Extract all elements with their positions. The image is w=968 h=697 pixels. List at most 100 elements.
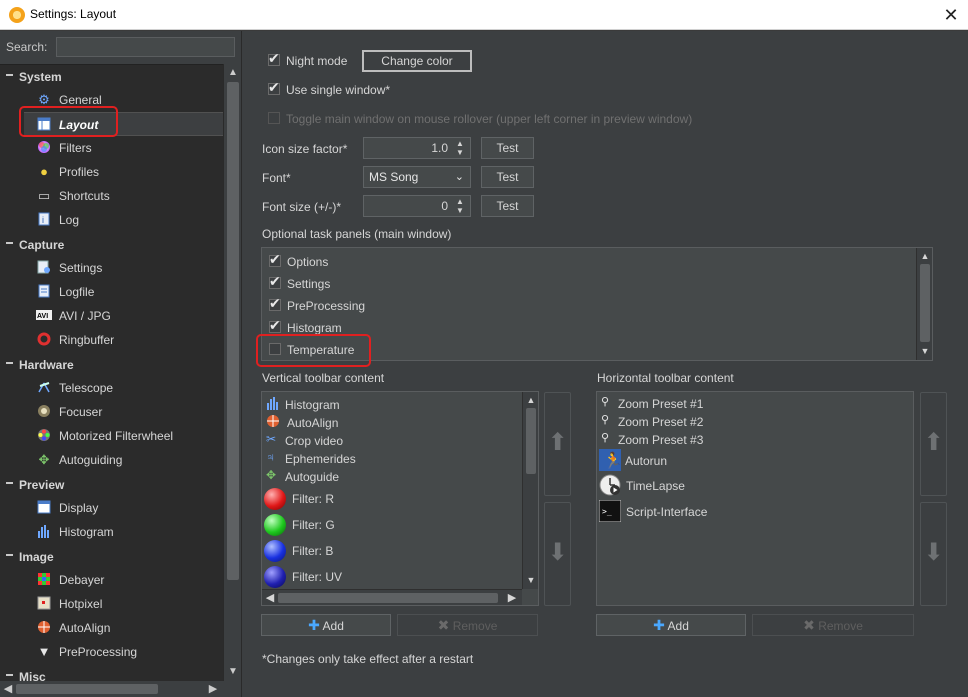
list-item[interactable]: 🏃 Autorun xyxy=(597,448,913,473)
list-item[interactable]: ⚲ Zoom Preset #1 xyxy=(597,394,913,412)
collapse-icon[interactable] xyxy=(6,362,13,364)
tree-item-telescope[interactable]: Telescope xyxy=(24,376,223,400)
list-item[interactable]: TimeLapse xyxy=(597,473,913,499)
list-item[interactable]: ⚲ Zoom Preset #3 xyxy=(597,430,913,448)
change-color-button[interactable]: Change color xyxy=(362,50,472,72)
single-window-checkbox[interactable] xyxy=(268,79,280,96)
single-window-label: Use single window* xyxy=(286,83,391,97)
list-item[interactable]: Filter: UV xyxy=(262,564,522,590)
list-item[interactable]: ✥ Autoguide xyxy=(262,467,522,485)
remove-horizontal-button[interactable]: ✖ Remove xyxy=(752,614,914,636)
scroll-left-icon[interactable]: ◀ xyxy=(0,681,16,697)
icon-size-spinner[interactable]: 1.0 ▲ ▼ xyxy=(363,137,471,159)
list-item[interactable]: Filter: B xyxy=(262,538,522,564)
list-item[interactable]: Histogram xyxy=(262,395,522,413)
tree-item-debayer[interactable]: Debayer xyxy=(24,568,223,592)
scroll-thumb[interactable] xyxy=(278,593,498,603)
tree-item-shortcuts[interactable]: ▭ Shortcuts xyxy=(24,184,223,208)
collapse-icon[interactable] xyxy=(6,482,13,484)
tree-group-image[interactable]: Image xyxy=(0,546,223,568)
tree-group-label: Capture xyxy=(19,238,65,252)
tree-item-autoalign[interactable]: AutoAlign xyxy=(24,616,223,640)
scroll-thumb[interactable] xyxy=(526,408,536,474)
tree-horizontal-scrollbar[interactable]: ◀ ▶ xyxy=(0,681,223,697)
scroll-down-icon[interactable]: ▼ xyxy=(224,664,242,680)
test-font-size-button[interactable]: Test xyxy=(481,195,534,217)
tree-item-capture-settings[interactable]: Settings xyxy=(24,256,223,280)
tree-item-autoguiding[interactable]: ✥ Autoguiding xyxy=(24,448,223,472)
list-item[interactable]: Filter: G xyxy=(262,512,522,538)
collapse-icon[interactable] xyxy=(6,242,13,244)
tree-item-filters[interactable]: Filters xyxy=(24,136,223,160)
histogram-icon xyxy=(36,524,52,540)
scroll-right-icon[interactable]: ▶ xyxy=(504,590,520,605)
move-left-button[interactable]: ⬆ xyxy=(920,392,947,496)
tree-item-log[interactable]: i Log xyxy=(24,208,223,232)
scroll-down-icon[interactable]: ▼ xyxy=(917,344,932,358)
collapse-icon[interactable] xyxy=(6,74,13,76)
vertical-list-scrollbar[interactable]: ▲ ▼ xyxy=(522,392,538,589)
tree-item-hotpixel[interactable]: Hotpixel xyxy=(24,592,223,616)
panel-list-scrollbar[interactable]: ▲ ▼ xyxy=(916,248,932,360)
tree-item-focuser[interactable]: Focuser xyxy=(24,400,223,424)
capture-settings-icon xyxy=(36,260,52,276)
tree-item-preview-histogram[interactable]: Histogram xyxy=(24,520,223,544)
spinner-up-icon[interactable]: ▲ xyxy=(454,140,466,148)
tree-group-capture[interactable]: Capture xyxy=(0,234,223,256)
vertical-list-hscrollbar[interactable]: ◀ ▶ xyxy=(262,589,522,605)
font-size-spinner[interactable]: 0 ▲ ▼ xyxy=(363,195,471,217)
spinner-down-icon[interactable]: ▼ xyxy=(454,149,466,157)
scroll-up-icon[interactable]: ▲ xyxy=(917,249,932,263)
tree-item-profiles[interactable]: ● Profiles xyxy=(24,160,223,184)
font-select[interactable]: MS Song ⌄ xyxy=(363,166,471,188)
move-up-button[interactable]: ⬆ xyxy=(544,392,571,496)
scroll-thumb[interactable] xyxy=(920,264,930,342)
night-mode-checkbox[interactable] xyxy=(268,50,280,67)
list-item[interactable]: ⚲ Zoom Preset #2 xyxy=(597,412,913,430)
tree-item-logfile[interactable]: Logfile xyxy=(24,280,223,304)
scroll-right-icon[interactable]: ▶ xyxy=(205,681,221,697)
zoom-preset-icon: ⚲ xyxy=(601,396,610,408)
panel-settings-checkbox[interactable] xyxy=(269,273,281,290)
panel-histogram-checkbox[interactable] xyxy=(269,317,281,334)
spinner-up-icon[interactable]: ▲ xyxy=(454,198,466,206)
scroll-up-icon[interactable]: ▲ xyxy=(523,393,538,407)
move-down-button[interactable]: ⬇ xyxy=(544,502,571,606)
tree-vertical-scrollbar[interactable]: ▲ ▼ xyxy=(223,64,241,681)
tree-group-misc[interactable]: Misc xyxy=(0,666,223,681)
collapse-icon[interactable] xyxy=(6,674,13,676)
add-vertical-button[interactable]: ✚ Add xyxy=(261,614,391,636)
scroll-thumb[interactable] xyxy=(227,82,239,580)
toggle-main-window-label: Toggle main window on mouse rollover (up… xyxy=(286,112,693,126)
scroll-down-icon[interactable]: ▼ xyxy=(523,573,538,587)
scroll-left-icon[interactable]: ◀ xyxy=(262,590,278,605)
close-icon[interactable]: ✕ xyxy=(938,3,964,27)
tree-item-display[interactable]: Display xyxy=(24,496,223,520)
tree-group-system[interactable]: System xyxy=(0,66,223,88)
move-right-button[interactable]: ⬇ xyxy=(920,502,947,606)
scroll-up-icon[interactable]: ▲ xyxy=(224,65,242,81)
panel-preprocessing-checkbox[interactable] xyxy=(269,295,281,312)
spinner-down-icon[interactable]: ▼ xyxy=(454,207,466,215)
remove-vertical-button[interactable]: ✖ Remove xyxy=(397,614,538,636)
tree-group-hardware[interactable]: Hardware xyxy=(0,354,223,376)
list-item[interactable]: Filter: R xyxy=(262,486,522,512)
list-item[interactable]: ♃ Ephemerides xyxy=(262,449,522,467)
add-horizontal-button[interactable]: ✚ Add xyxy=(596,614,746,636)
tree-item-ringbuffer[interactable]: Ringbuffer xyxy=(24,328,223,352)
panel-options-checkbox[interactable] xyxy=(269,251,281,268)
test-icon-size-button[interactable]: Test xyxy=(481,137,534,159)
list-item[interactable]: AutoAlign xyxy=(262,413,522,431)
list-item[interactable]: >_ Script-Interface xyxy=(597,499,913,525)
test-font-button[interactable]: Test xyxy=(481,166,534,188)
tree-group-preview[interactable]: Preview xyxy=(0,474,223,496)
collapse-icon[interactable] xyxy=(6,554,13,556)
autoalign-icon xyxy=(36,620,52,636)
tree-item-avi-jpg[interactable]: AVI AVI / JPG xyxy=(24,304,223,328)
search-input[interactable] xyxy=(56,37,235,57)
toggle-main-window-checkbox[interactable] xyxy=(268,112,280,124)
list-item[interactable]: ✂ Crop video xyxy=(262,431,522,449)
tree-item-preprocessing[interactable]: ▼ PreProcessing xyxy=(24,640,223,664)
scroll-thumb[interactable] xyxy=(16,684,158,694)
tree-item-filterwheel[interactable]: Motorized Filterwheel xyxy=(24,424,223,448)
